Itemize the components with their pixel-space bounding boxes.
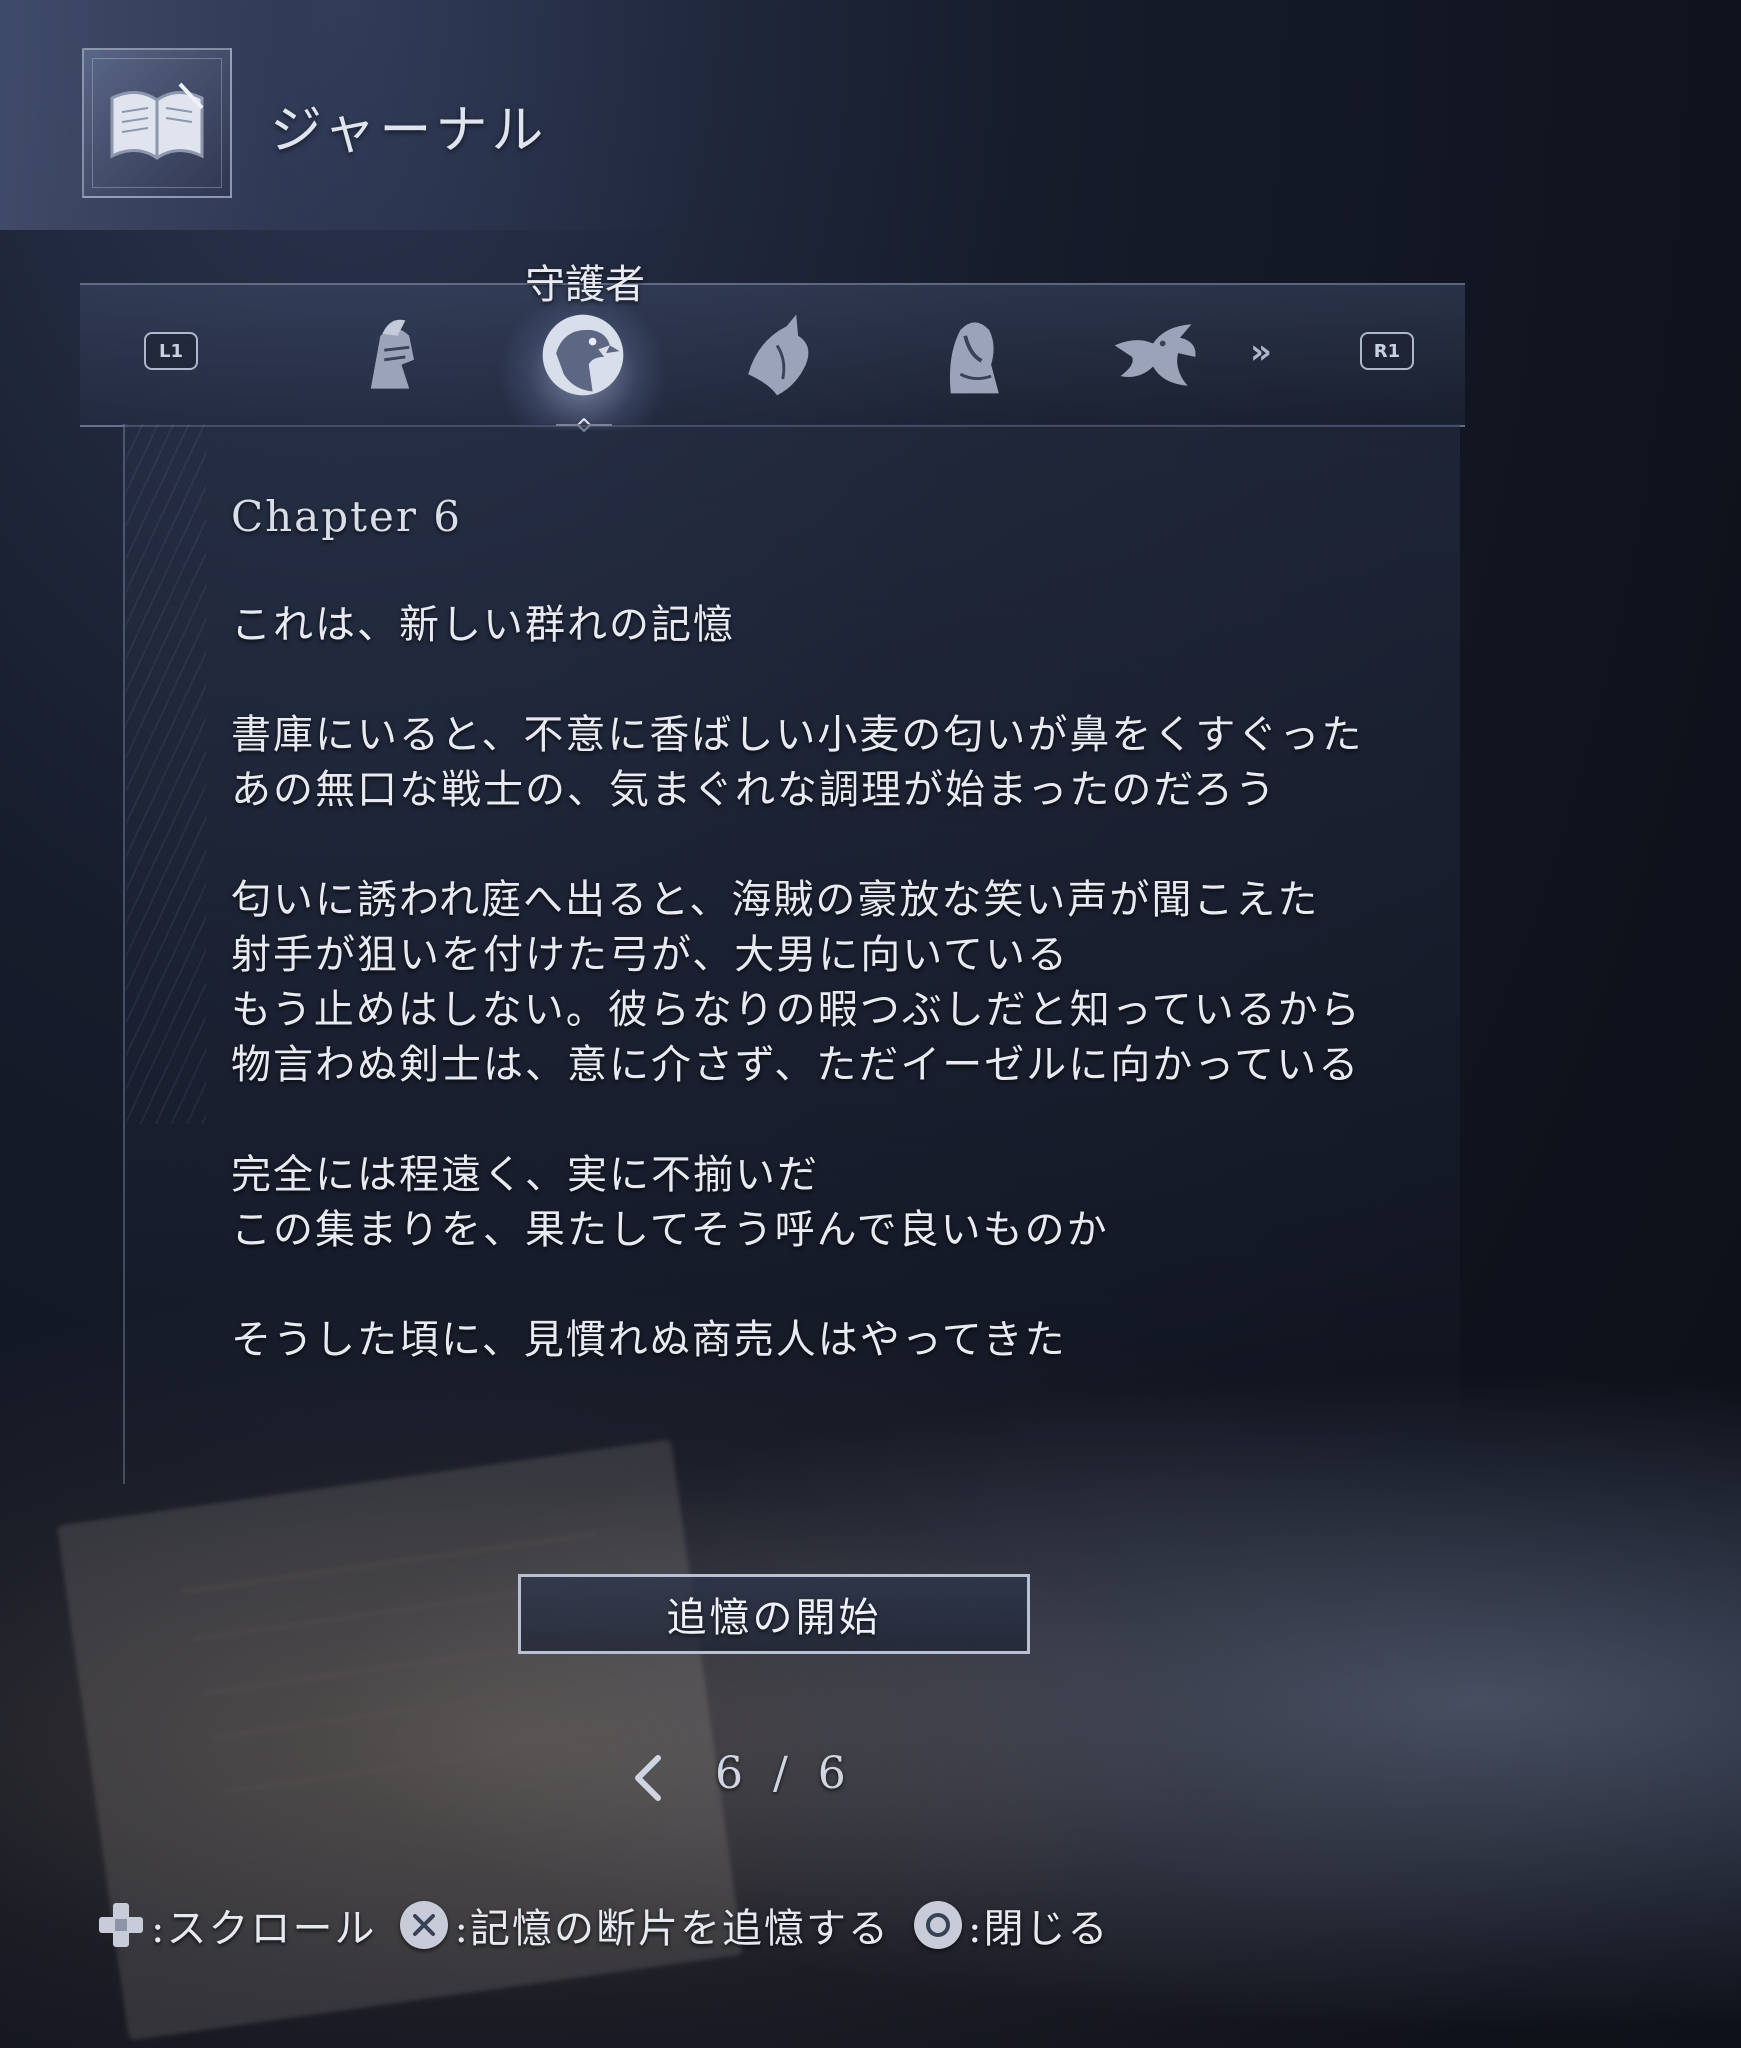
dpad-icon <box>95 1899 147 1951</box>
text-line: そうした頃に、見慣れぬ商売人はやってきた <box>231 1317 1067 1363</box>
text-line: あの無口な戦士の、気まぐれな調理が始まったのだろう <box>231 767 1277 813</box>
text-line: この集まりを、果たしてそう呼んで良いものか <box>231 1207 1109 1253</box>
scroll-hint-label: :スクロール <box>151 1906 377 1952</box>
open-book-icon <box>82 48 232 198</box>
r1-button[interactable]: R1 <box>1360 332 1414 370</box>
griffin-icon <box>542 314 624 396</box>
tab-dragon[interactable] <box>1100 300 1210 410</box>
journal-body-text: これは、新しい群れの記憶 書庫にいると、不意に香ばしい小麦の匂いが鼻をくすぐった… <box>231 598 1461 1423</box>
text-line: 完全には程遠く、実に不揃いだ <box>231 1152 819 1198</box>
close-hint-label: :閉じる <box>967 1906 1110 1952</box>
text-line: 物言わぬ剣士は、意に介さず、ただイーゼルに向かっている <box>231 1042 1361 1088</box>
close-hint: :閉じる <box>912 1896 1109 1954</box>
tab-hooded-figure[interactable] <box>915 300 1025 410</box>
open-book-icon-graphic <box>110 82 204 160</box>
tab-winged-hood[interactable] <box>722 300 832 410</box>
cross-button-icon <box>398 1899 450 1951</box>
paragraph: 完全には程遠く、実に不揃いだ この集まりを、果たしてそう呼んで良いものか <box>231 1148 1461 1258</box>
recollect-hint-label: :記憶の断片を追憶する <box>454 1906 890 1952</box>
panel-decoration <box>126 424 206 1124</box>
paragraph: これは、新しい群れの記憶 <box>231 598 1461 653</box>
tab-guardian[interactable] <box>498 290 668 430</box>
winged-hood-icon <box>748 314 809 396</box>
hooded-figure-icon <box>949 322 999 394</box>
text-line: もう止めはしない。彼らなりの暇つぶしだと知っているから <box>231 987 1362 1033</box>
text-line: これは、新しい群れの記憶 <box>231 602 735 648</box>
circle-button-icon <box>912 1899 964 1951</box>
tab-knight[interactable] <box>335 300 445 410</box>
text-line: 書庫にいると、不意に香ばしい小麦の匂いが鼻をくすぐった <box>231 712 1364 758</box>
dragon-emblem-icon <box>1114 324 1196 386</box>
l1-button[interactable]: L1 <box>144 332 198 370</box>
previous-page-chevron-icon[interactable] <box>628 1752 668 1804</box>
paragraph: 書庫にいると、不意に香ばしい小麦の匂いが鼻をくすぐった あの無口な戦士の、気まぐ… <box>231 708 1461 818</box>
paragraph: 匂いに誘われ庭へ出ると、海賊の豪放な笑い声が聞こえた 射手が狙いを付けた弓が、大… <box>231 873 1461 1093</box>
page-indicator: 6 / 6 <box>715 1748 854 1799</box>
paragraph: そうした頃に、見慣れぬ商売人はやってきた <box>231 1313 1461 1368</box>
knight-helmet-icon <box>370 319 414 389</box>
text-line: 射手が狙いを付けた弓が、大男に向いている <box>231 932 1069 978</box>
chapter-title: Chapter 6 <box>231 492 462 541</box>
double-chevron-right-icon[interactable]: » <box>1250 332 1272 372</box>
begin-recollection-button[interactable]: 追憶の開始 <box>518 1574 1030 1654</box>
control-hints: :スクロール :記憶の断片を追憶する :閉じる <box>95 1895 1131 1955</box>
recollect-hint: :記憶の断片を追憶する <box>398 1896 889 1954</box>
scroll-hint: :スクロール <box>95 1896 376 1954</box>
page-title: ジャーナル <box>270 101 548 161</box>
text-line: 匂いに誘われ庭へ出ると、海賊の豪放な笑い声が聞こえた <box>231 877 1320 923</box>
